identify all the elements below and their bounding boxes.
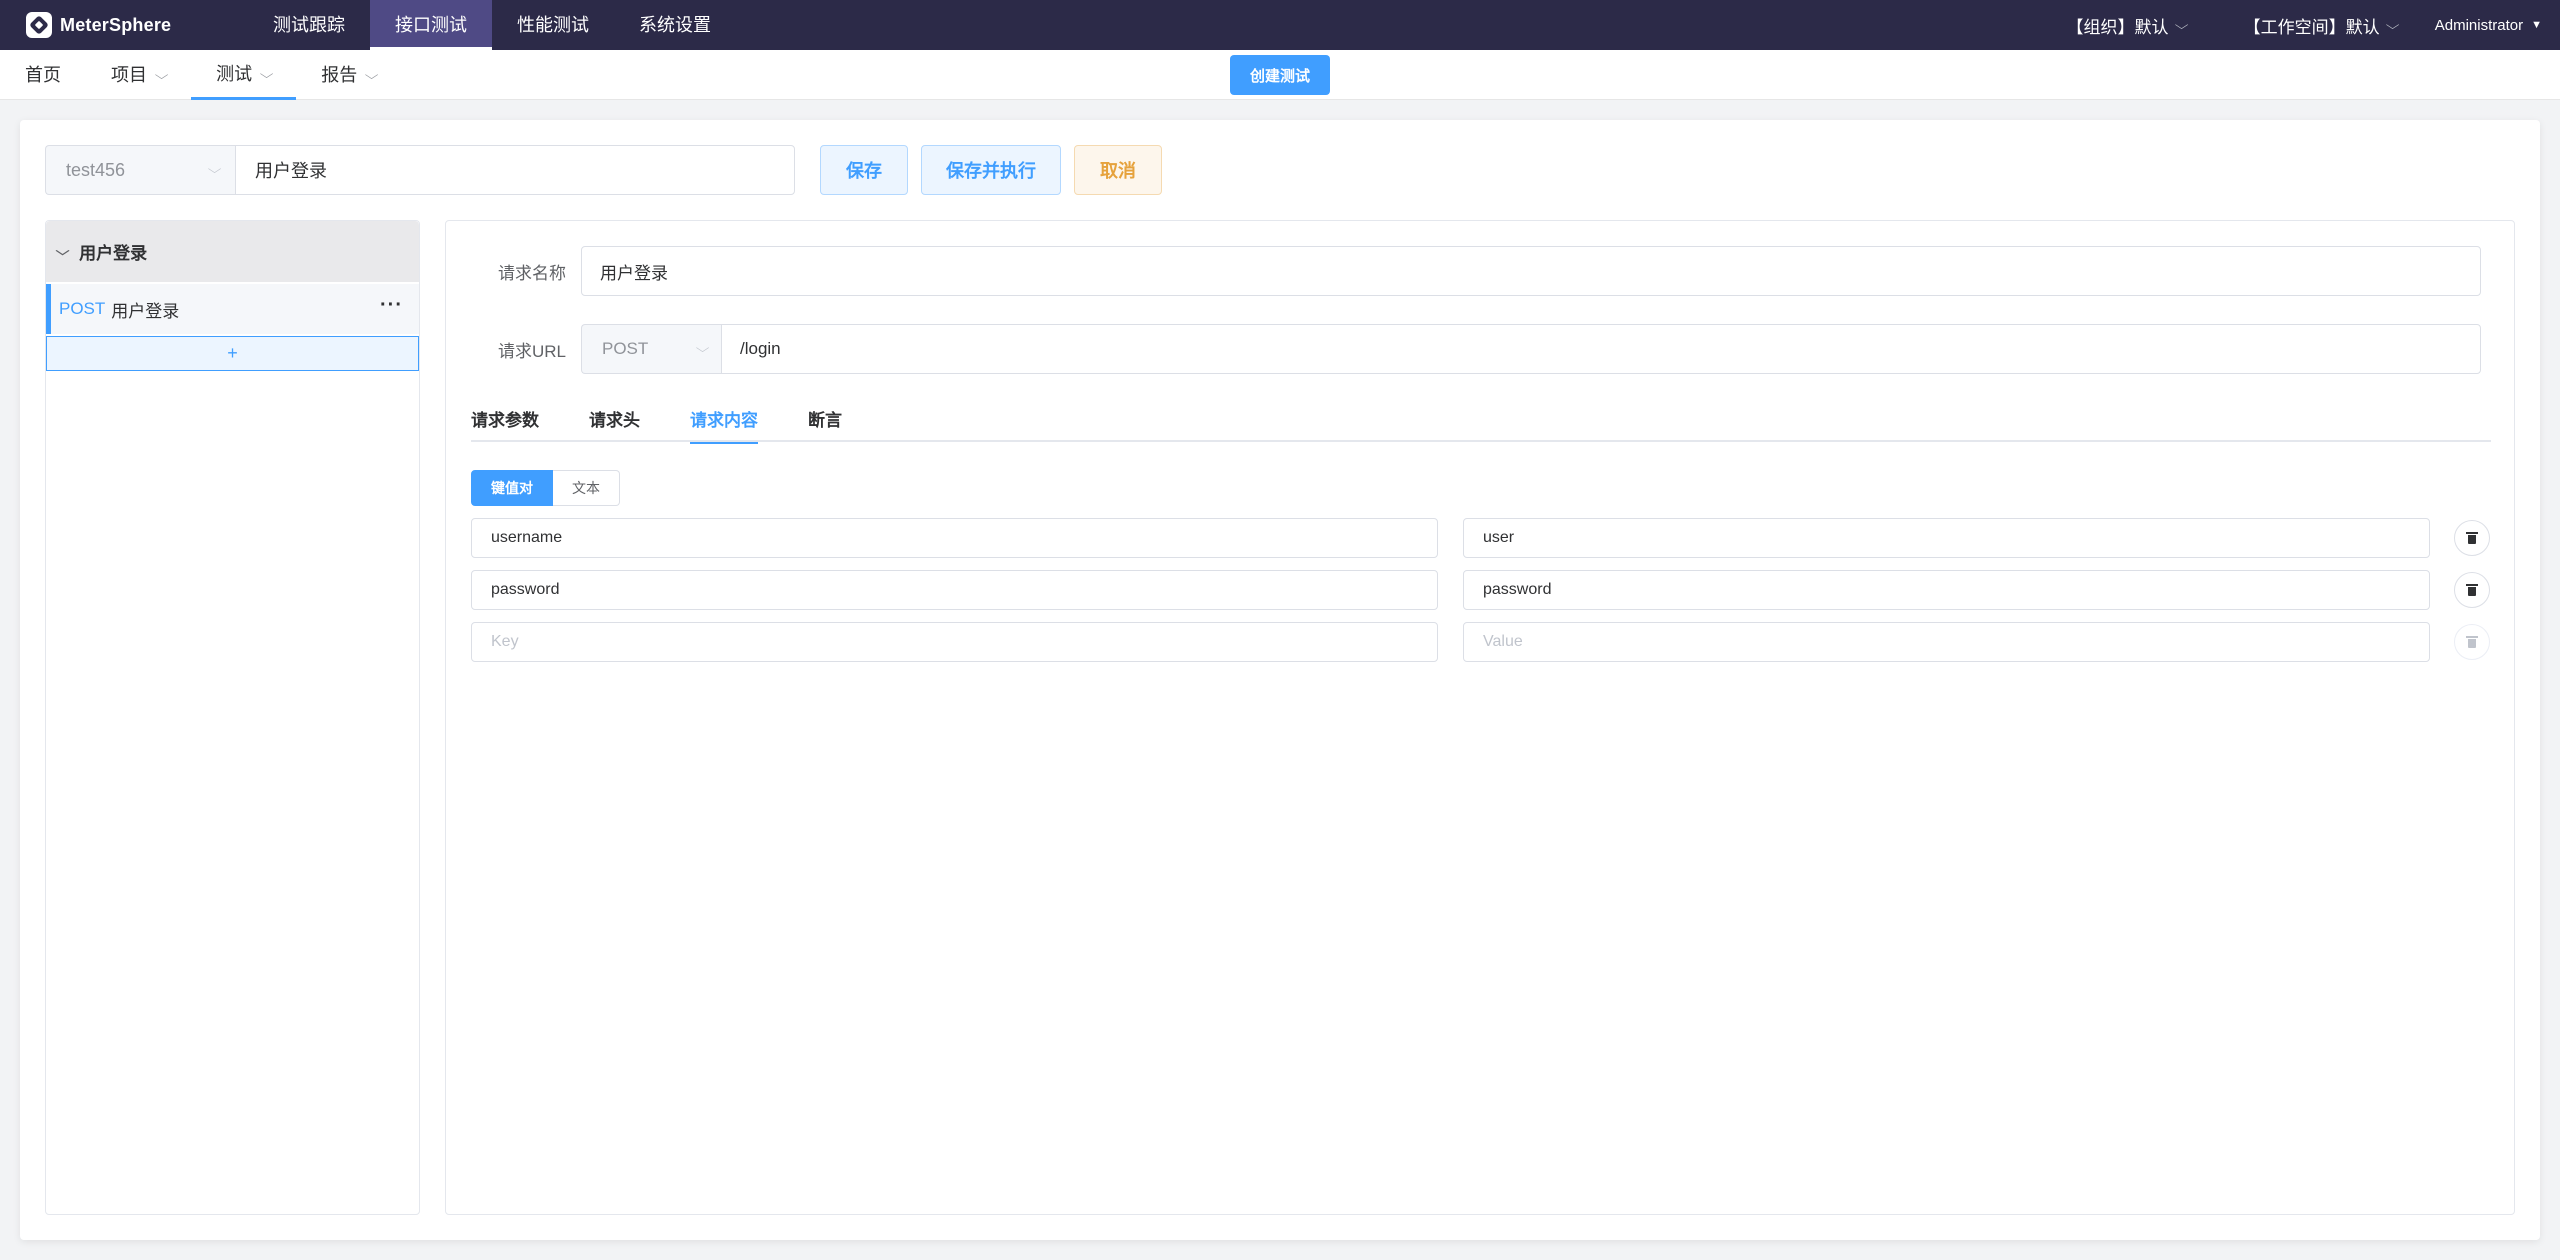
subnav-report[interactable]: 报告 ⌵	[296, 50, 401, 100]
request-editor: 请求名称 用户登录 请求URL POST ⌵ /login 请求参数 请求头 请…	[445, 220, 2515, 1215]
kv-row-empty: Key Value	[471, 622, 2490, 662]
tab-headers[interactable]: 请求头	[589, 406, 640, 442]
test-name-input[interactable]: 用户登录	[235, 145, 795, 195]
editor-toolbar: test456 ⌵ 用户登录 保存 保存并执行 取消	[45, 145, 1162, 195]
http-method-value: POST	[602, 339, 649, 358]
sub-header: 首页 项目 ⌵ 测试 ⌵ 报告 ⌵ 创建测试	[0, 50, 2560, 100]
request-name-row: 请求名称 用户登录	[446, 246, 2481, 296]
org-dropdown[interactable]: 【组织】默认 ⌵	[2066, 13, 2188, 38]
metersphere-logo-icon	[26, 12, 52, 38]
save-and-run-button[interactable]: 保存并执行	[921, 145, 1061, 195]
kv-key-input[interactable]: Key	[471, 622, 1438, 662]
plus-icon: +	[227, 343, 238, 363]
request-url-label: 请求URL	[497, 341, 566, 361]
subnav-home-label: 首页	[25, 65, 61, 85]
workspace-label: 【工作空间】默认	[2243, 17, 2380, 37]
subnav-test-label: 测试	[216, 63, 253, 84]
project-select[interactable]: test456 ⌵	[45, 145, 235, 195]
subnav-test[interactable]: 测试 ⌵	[191, 50, 297, 100]
delete-row-button[interactable]	[2454, 520, 2490, 556]
scenario-group-name: 用户登录	[79, 244, 148, 263]
tab-body[interactable]: 请求内容	[690, 406, 758, 444]
more-icon[interactable]: ···	[380, 294, 403, 317]
project-select-value: test456	[66, 159, 126, 180]
topnav-settings[interactable]: 系统设置	[614, 0, 736, 50]
workspace-dropdown[interactable]: 【工作空间】默认 ⌵	[2243, 13, 2400, 38]
kv-value-input[interactable]: password	[1463, 570, 2430, 610]
tab-assertions[interactable]: 断言	[808, 406, 842, 442]
value-placeholder: Value	[1483, 633, 1523, 650]
app-logo[interactable]: MeterSphere	[0, 0, 240, 50]
scenario-panel: ⌵ 用户登录 POST 用户登录 ··· +	[45, 220, 420, 1215]
http-method-select[interactable]: POST ⌵	[581, 324, 721, 374]
kv-value-input[interactable]: Value	[1463, 622, 2430, 662]
tab-params[interactable]: 请求参数	[471, 406, 539, 442]
kv-key-input[interactable]: username	[471, 518, 1438, 558]
kv-row: username user	[471, 518, 2490, 558]
header-right: 【组织】默认 ⌵ 【工作空间】默认 ⌵ Administrator ▼	[2009, 0, 2542, 50]
subnav-report-label: 报告	[321, 65, 358, 85]
user-name: Administrator	[2434, 16, 2524, 34]
request-url-input[interactable]: /login	[721, 324, 2481, 374]
top-header: MeterSphere 测试跟踪 接口测试 性能测试 系统设置 【组织】默认 ⌵…	[0, 0, 2560, 50]
trash-icon	[2466, 636, 2478, 648]
create-test-button[interactable]: 创建测试	[1230, 55, 1330, 95]
chevron-down-icon: ⌵	[259, 66, 274, 81]
chevron-down-icon: ⌵	[2385, 17, 2400, 32]
chevron-down-icon: ⌵	[2174, 17, 2188, 32]
top-nav: 测试跟踪 接口测试 性能测试 系统设置	[248, 0, 736, 50]
app-name: MeterSphere	[60, 14, 172, 35]
request-list-item[interactable]: POST 用户登录 ···	[46, 284, 419, 334]
request-name-input[interactable]: 用户登录	[581, 246, 2481, 296]
main-card: test456 ⌵ 用户登录 保存 保存并执行 取消 ⌵ 用户登录 POST 用…	[20, 120, 2540, 1240]
org-label: 【组织】默认	[2066, 17, 2169, 37]
add-request-button[interactable]: +	[46, 336, 419, 371]
request-name-label: 请求名称	[498, 263, 566, 283]
chevron-down-icon: ⌵	[207, 162, 222, 176]
subnav-project-label: 项目	[111, 65, 147, 85]
request-url-row: 请求URL POST ⌵ /login	[446, 324, 2481, 374]
request-tabs: 请求参数 请求头 请求内容 断言	[471, 406, 2491, 444]
body-mode-kv[interactable]: 键值对	[471, 470, 553, 506]
cancel-button[interactable]: 取消	[1074, 145, 1162, 195]
topnav-api-test[interactable]: 接口测试	[370, 0, 492, 50]
user-menu[interactable]: Administrator ▼	[2435, 17, 2542, 34]
chevron-down-icon: ⌵	[55, 244, 70, 258]
trash-icon	[2466, 584, 2478, 596]
delete-row-button[interactable]	[2454, 624, 2490, 660]
kv-row: password password	[471, 570, 2490, 610]
request-method: POST	[59, 299, 106, 318]
key-placeholder: Key	[491, 633, 519, 650]
caret-down-icon: ▼	[2531, 19, 2542, 31]
subnav-home[interactable]: 首页	[0, 50, 86, 100]
scenario-group-header[interactable]: ⌵ 用户登录	[46, 221, 419, 282]
save-button[interactable]: 保存	[820, 145, 908, 195]
trash-icon	[2466, 532, 2478, 544]
delete-row-button[interactable]	[2454, 572, 2490, 608]
topnav-performance-test[interactable]: 性能测试	[492, 0, 614, 50]
chevron-down-icon: ⌵	[695, 341, 710, 355]
chevron-down-icon: ⌵	[364, 68, 379, 82]
chevron-down-icon: ⌵	[154, 68, 169, 82]
body-mode-toggle: 键值对 文本	[471, 470, 620, 506]
topnav-test-track[interactable]: 测试跟踪	[248, 0, 370, 50]
request-name: 用户登录	[111, 301, 180, 321]
kv-value-input[interactable]: user	[1463, 518, 2430, 558]
subnav-project[interactable]: 项目 ⌵	[86, 50, 191, 100]
body-mode-text[interactable]: 文本	[553, 470, 620, 506]
kv-key-input[interactable]: password	[471, 570, 1438, 610]
